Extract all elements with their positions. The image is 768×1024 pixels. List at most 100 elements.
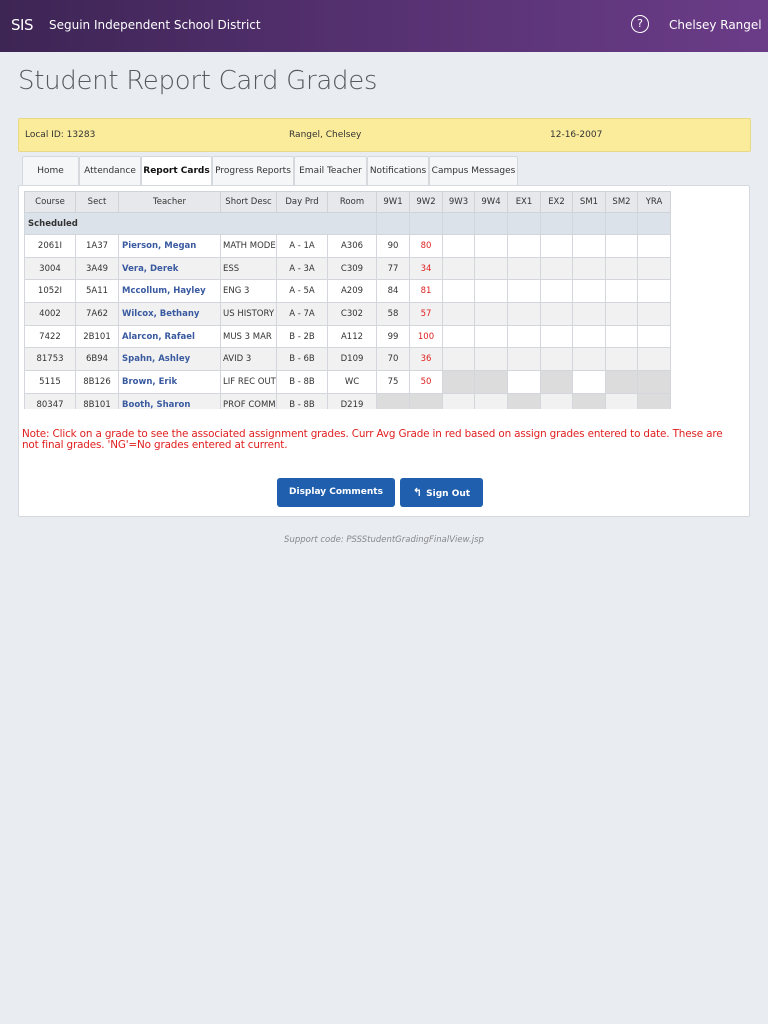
course-cell: 1052I <box>24 279 76 304</box>
day-period-cell: A - 5A <box>276 279 328 304</box>
col-header-9w2: 9W2 <box>409 191 443 213</box>
grade-cell-empty <box>507 370 541 394</box>
grade-cell-empty <box>540 256 573 281</box>
day-period-cell: B - 6B <box>276 347 328 372</box>
table-row: 80347 8B101 Booth, Sharon PROF COMM B - 8B D2… <box>24 392 671 409</box>
teacher-link[interactable]: Booth, Sharon <box>118 392 221 409</box>
grade-cell-empty <box>540 370 573 394</box>
room-cell: D109 <box>327 347 377 372</box>
course-cell: 5115 <box>24 370 76 394</box>
grade-cell-empty <box>474 256 508 281</box>
teacher-link[interactable]: Spahn, Ashley <box>118 347 221 372</box>
grade-9w2-cell[interactable] <box>409 392 443 409</box>
course-cell: 80347 <box>24 392 76 409</box>
grade-9w2-cell[interactable]: 50 <box>409 370 443 394</box>
short-desc-cell: US HISTORY <box>220 302 277 326</box>
col-header-ex2: EX2 <box>540 191 573 213</box>
grade-cell-empty <box>474 302 508 326</box>
grade-cell-empty <box>474 279 508 304</box>
grade-cell-empty <box>540 279 573 304</box>
room-cell: A112 <box>327 324 377 349</box>
grade-9w1-cell[interactable]: 75 <box>376 370 410 394</box>
group-row-scheduled: Scheduled <box>24 212 671 235</box>
grade-cell-empty <box>507 234 541 258</box>
room-cell: C302 <box>327 302 377 326</box>
tab-report-cards[interactable]: Report Cards <box>141 156 212 186</box>
grade-cell-empty <box>442 370 475 394</box>
room-cell: A209 <box>327 279 377 304</box>
grade-cell-empty <box>605 302 638 326</box>
grade-9w1-cell[interactable]: 99 <box>376 324 410 349</box>
user-menu[interactable]: Chelsey Rangel <box>669 18 762 32</box>
grade-9w1-cell[interactable]: 70 <box>376 347 410 372</box>
table-row: 4002 7A62 Wilcox, Bethany US HISTORY A - 7A C… <box>24 302 671 326</box>
grade-cell-empty <box>474 392 508 409</box>
room-cell: C309 <box>327 256 377 281</box>
grades-table-container[interactable]: Course Sect Teacher Short Desc Day Prd R… <box>24 191 671 409</box>
grade-cell-empty <box>637 302 671 326</box>
display-comments-button[interactable]: Display Comments <box>277 478 395 507</box>
room-cell: D219 <box>327 392 377 409</box>
section-cell: 8B126 <box>75 370 119 394</box>
local-id: Local ID: 13283 <box>25 130 96 140</box>
grade-9w1-cell[interactable] <box>376 392 410 409</box>
tab-home[interactable]: Home <box>22 156 79 185</box>
short-desc-cell: AVID 3 <box>220 347 277 372</box>
grade-cell-empty <box>637 392 671 409</box>
app-logo[interactable]: SIS <box>11 16 33 34</box>
col-header-room: Room <box>327 191 377 213</box>
col-header-yra: YRA <box>637 191 671 213</box>
teacher-link[interactable]: Wilcox, Bethany <box>118 302 221 326</box>
short-desc-cell: ESS <box>220 256 277 281</box>
tab-campus-messages[interactable]: Campus Messages <box>429 156 518 185</box>
grade-9w2-cell[interactable]: 81 <box>409 279 443 304</box>
col-header-sm2: SM2 <box>605 191 638 213</box>
col-header-9w3: 9W3 <box>442 191 475 213</box>
student-info-bar: Local ID: 13283 Rangel, Chelsey 12-16-20… <box>18 118 751 152</box>
course-cell: 4002 <box>24 302 76 326</box>
grade-cell-empty <box>507 324 541 349</box>
grade-9w1-cell[interactable]: 84 <box>376 279 410 304</box>
student-name: Rangel, Chelsey <box>289 130 362 140</box>
sign-out-button[interactable]: ↰ Sign Out <box>400 478 483 507</box>
teacher-link[interactable]: Pierson, Megan <box>118 234 221 258</box>
teacher-link[interactable]: Alarcon, Rafael <box>118 324 221 349</box>
grade-cell-empty <box>605 347 638 372</box>
grade-cell-empty <box>540 324 573 349</box>
grade-9w2-cell[interactable]: 36 <box>409 347 443 372</box>
grade-cell-empty <box>637 347 671 372</box>
grade-cell-empty <box>572 370 606 394</box>
grade-9w1-cell[interactable]: 90 <box>376 234 410 258</box>
tab-email-teacher[interactable]: Email Teacher <box>294 156 367 185</box>
help-icon[interactable]: ? <box>631 15 649 33</box>
teacher-link[interactable]: Mccollum, Hayley <box>118 279 221 304</box>
col-header-day-prd: Day Prd <box>276 191 328 213</box>
day-period-cell: B - 8B <box>276 370 328 394</box>
teacher-link[interactable]: Vera, Derek <box>118 256 221 281</box>
grade-cell-empty <box>572 234 606 258</box>
day-period-cell: B - 2B <box>276 324 328 349</box>
grade-cell-empty <box>442 302 475 326</box>
grade-cell-empty <box>507 256 541 281</box>
short-desc-cell: LIF REC OUTDOOR <box>220 370 277 394</box>
short-desc-cell: MUS 3 MAR <box>220 324 277 349</box>
grade-9w2-cell[interactable]: 34 <box>409 256 443 281</box>
grade-9w2-cell[interactable]: 80 <box>409 234 443 258</box>
table-row: 1052I 5A11 Mccollum, Hayley ENG 3A - 5A A209… <box>24 279 671 304</box>
table-row: 51158B126Brown, ErikLIF REC OUTDOORB - 8… <box>24 370 671 394</box>
grade-9w1-cell[interactable]: 58 <box>376 302 410 326</box>
day-period-cell: A - 1A <box>276 234 328 258</box>
grade-9w2-cell[interactable]: 100 <box>409 324 443 349</box>
grade-cell-empty <box>540 302 573 326</box>
short-desc-cell: MATH MODELS <box>220 234 277 258</box>
grade-9w2-cell[interactable]: 57 <box>409 302 443 326</box>
section-cell: 6B94 <box>75 347 119 372</box>
grade-cell-empty <box>605 392 638 409</box>
grade-cell-empty <box>474 234 508 258</box>
tab-notifications[interactable]: Notifications <box>367 156 429 185</box>
grade-9w1-cell[interactable]: 77 <box>376 256 410 281</box>
tab-attendance[interactable]: Attendance <box>79 156 141 185</box>
tab-progress-reports[interactable]: Progress Reports <box>212 156 294 185</box>
teacher-link[interactable]: Brown, Erik <box>118 370 221 394</box>
grade-cell-empty <box>605 234 638 258</box>
